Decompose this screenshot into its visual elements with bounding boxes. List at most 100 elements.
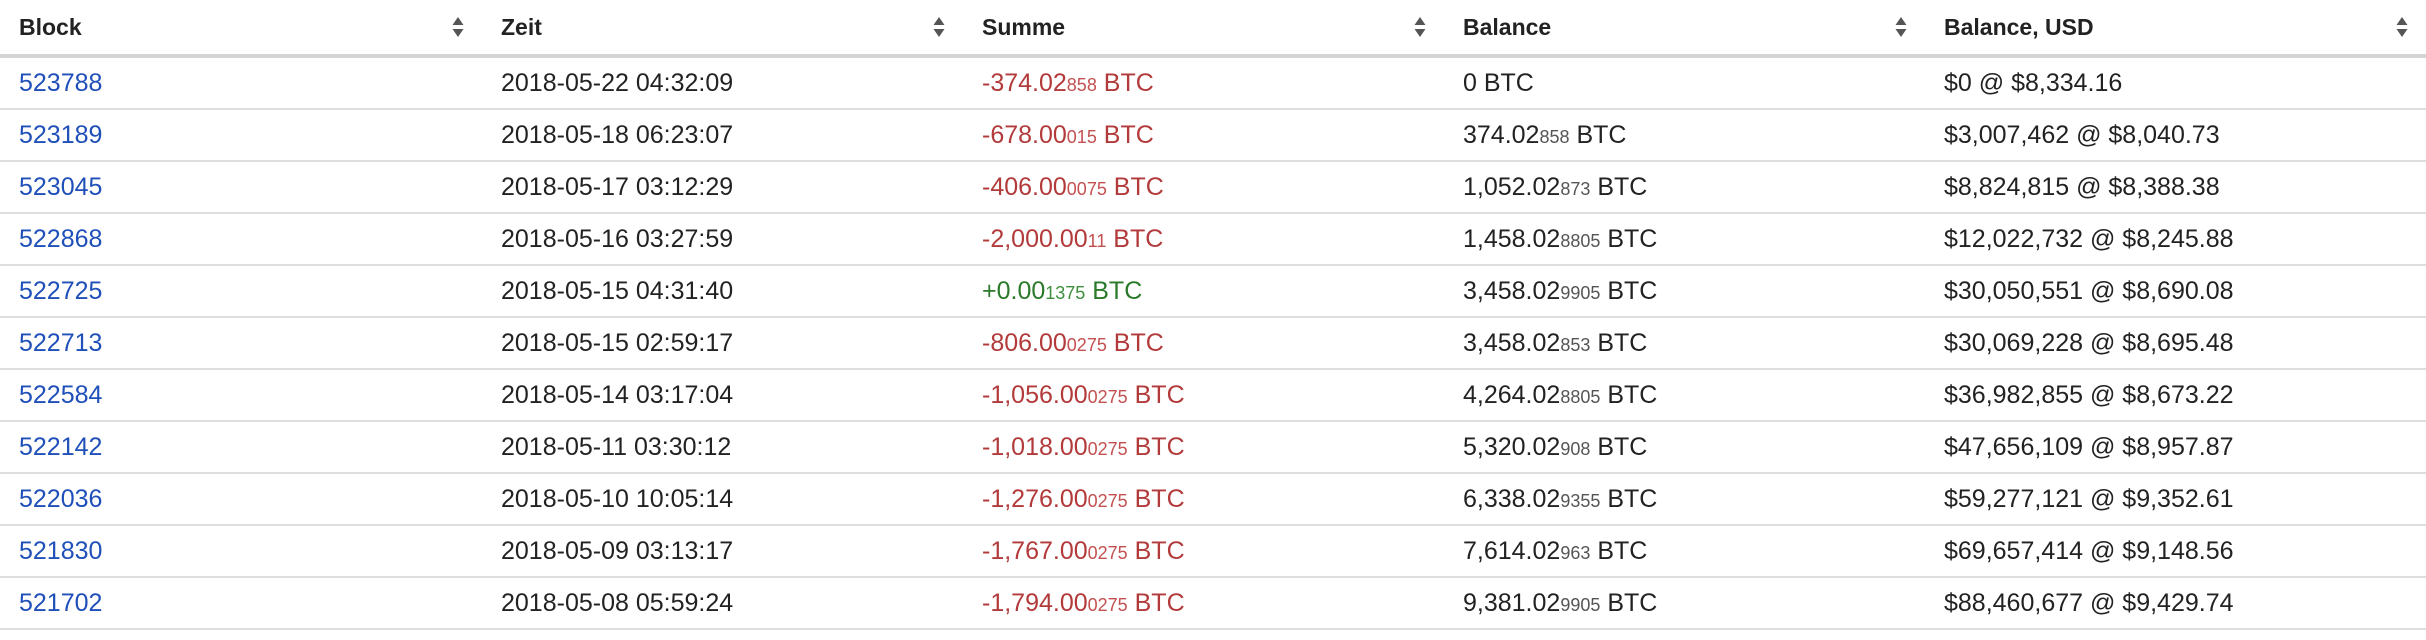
table-row: 522725 2018-05-15 04:31:40 +0.001375 BTC 3,… [0, 265, 2426, 318]
cell-balance-usd: $30,050,551 @ $8,690.08 [1925, 265, 2426, 318]
table-row: 521702 2018-05-08 05:59:24 -1,794.000275 B… [0, 577, 2426, 630]
balance-main: 7,614.02 [1463, 536, 1561, 565]
cell-summe: -806.000275 BTC [963, 317, 1444, 370]
column-header-block[interactable]: Block [0, 0, 482, 58]
balance-unit: BTC [1600, 380, 1658, 409]
column-header-label: Block [19, 13, 82, 40]
cell-block: 523788 [0, 56, 482, 110]
balance-unit: BTC [1590, 536, 1648, 565]
balance-unit: BTC [1569, 120, 1627, 149]
cell-balance-usd: $12,022,732 @ $8,245.88 [1925, 213, 2426, 266]
cell-summe: -1,276.000275 BTC [963, 473, 1444, 526]
balance-unit: BTC [1600, 224, 1658, 253]
sum-main: +0.00 [982, 276, 1046, 305]
block-link[interactable]: 523189 [19, 121, 102, 149]
balance-main: 5,320.02 [1463, 432, 1561, 461]
table-row: 523788 2018-05-22 04:32:09 -374.02858 BTC 0… [0, 56, 2426, 110]
sort-icon[interactable] [2396, 16, 2408, 38]
cell-zeit: 2018-05-15 04:31:40 [482, 265, 963, 318]
cell-summe: -1,018.000275 BTC [963, 421, 1444, 474]
column-header-summe[interactable]: Summe [963, 0, 1444, 58]
balance-unit: BTC [1600, 276, 1658, 305]
sum-unit: BTC [1127, 588, 1185, 617]
column-header-label: Summe [982, 13, 1066, 40]
cell-balance-usd: $69,657,414 @ $9,148.56 [1925, 525, 2426, 578]
sum-unit: BTC [1085, 276, 1143, 305]
balance-main: 374.02 [1463, 120, 1540, 149]
cell-zeit: 2018-05-18 06:23:07 [482, 109, 963, 162]
block-link[interactable]: 521830 [19, 537, 102, 565]
sum-unit: BTC [1127, 536, 1185, 565]
column-header-zeit[interactable]: Zeit [482, 0, 963, 58]
cell-zeit: 2018-05-10 10:05:14 [482, 473, 963, 526]
sum-small-digits: 0275 [1087, 386, 1128, 407]
block-link[interactable]: 522868 [19, 225, 102, 253]
cell-summe: -1,794.000275 BTC [963, 577, 1444, 630]
cell-balance: 3,458.02853 BTC [1444, 317, 1925, 370]
block-link[interactable]: 522713 [19, 329, 102, 357]
block-link[interactable]: 522142 [19, 433, 102, 461]
cell-summe: -2,000.0011 BTC [963, 213, 1444, 266]
block-link[interactable]: 521702 [19, 589, 102, 617]
column-header-balance[interactable]: Balance [1444, 0, 1925, 58]
cell-balance-usd: $3,007,462 @ $8,040.73 [1925, 109, 2426, 162]
balance-main: 6,338.02 [1463, 484, 1561, 513]
table-row: 523045 2018-05-17 03:12:29 -406.000075 BTC… [0, 161, 2426, 214]
cell-balance: 5,320.02908 BTC [1444, 421, 1925, 474]
column-header-balance-usd[interactable]: Balance, USD [1925, 0, 2426, 58]
sum-small-digits: 0275 [1087, 542, 1128, 563]
cell-zeit: 2018-05-08 05:59:24 [482, 577, 963, 630]
cell-zeit: 2018-05-15 02:59:17 [482, 317, 963, 370]
sum-main: -678.00 [982, 120, 1067, 149]
sum-small-digits: 1375 [1045, 282, 1086, 303]
cell-zeit: 2018-05-17 03:12:29 [482, 161, 963, 214]
balance-unit: BTC [1590, 328, 1648, 357]
column-header-label: Balance, USD [1944, 13, 2094, 40]
transactions-table: Block Zeit Summe Balance Balance, USD 52… [0, 0, 2426, 630]
balance-main: 0 [1463, 68, 1477, 97]
cell-block: 522725 [0, 265, 482, 318]
cell-block: 523189 [0, 109, 482, 162]
balance-main: 3,458.02 [1463, 328, 1561, 357]
table-row: 523189 2018-05-18 06:23:07 -678.00015 BTC 3… [0, 109, 2426, 162]
header-row: Block Zeit Summe Balance Balance, USD [0, 0, 2426, 58]
balance-main: 1,052.02 [1463, 172, 1561, 201]
block-link[interactable]: 523788 [19, 69, 102, 97]
block-link[interactable]: 522584 [19, 381, 102, 409]
table-row: 522584 2018-05-14 03:17:04 -1,056.000275 B… [0, 369, 2426, 422]
cell-balance-usd: $47,656,109 @ $8,957.87 [1925, 421, 2426, 474]
sum-unit: BTC [1106, 224, 1164, 253]
sum-unit: BTC [1106, 328, 1164, 357]
cell-balance-usd: $0 @ $8,334.16 [1925, 56, 2426, 110]
table-row: 522036 2018-05-10 10:05:14 -1,276.000275 B… [0, 473, 2426, 526]
cell-zeit: 2018-05-11 03:30:12 [482, 421, 963, 474]
balance-unit: BTC [1600, 484, 1658, 513]
cell-block: 523045 [0, 161, 482, 214]
balance-small-digits: 908 [1560, 438, 1591, 459]
block-link[interactable]: 522725 [19, 277, 102, 305]
cell-balance-usd: $59,277,121 @ $9,352.61 [1925, 473, 2426, 526]
cell-summe: +0.001375 BTC [963, 265, 1444, 318]
cell-summe: -374.02858 BTC [963, 56, 1444, 110]
sort-icon[interactable] [933, 16, 945, 38]
sort-icon[interactable] [452, 16, 464, 38]
sum-small-digits: 0275 [1087, 490, 1128, 511]
sort-icon[interactable] [1895, 16, 1907, 38]
cell-block: 522868 [0, 213, 482, 266]
balance-small-digits: 853 [1560, 334, 1591, 355]
sort-icon[interactable] [1414, 16, 1426, 38]
column-header-label: Zeit [501, 13, 542, 40]
block-link[interactable]: 523045 [19, 173, 102, 201]
block-link[interactable]: 522036 [19, 485, 102, 513]
balance-unit: BTC [1590, 172, 1648, 201]
cell-balance: 7,614.02963 BTC [1444, 525, 1925, 578]
cell-balance: 0 BTC [1444, 56, 1925, 110]
sum-main: -1,794.00 [982, 588, 1088, 617]
sum-small-digits: 11 [1087, 230, 1107, 251]
balance-small-digits: 9355 [1560, 490, 1601, 511]
cell-block: 522142 [0, 421, 482, 474]
cell-block: 522584 [0, 369, 482, 422]
balance-main: 9,381.02 [1463, 588, 1561, 617]
sum-unit: BTC [1127, 484, 1185, 513]
table-body: 523788 2018-05-22 04:32:09 -374.02858 BTC 0… [0, 56, 2426, 630]
